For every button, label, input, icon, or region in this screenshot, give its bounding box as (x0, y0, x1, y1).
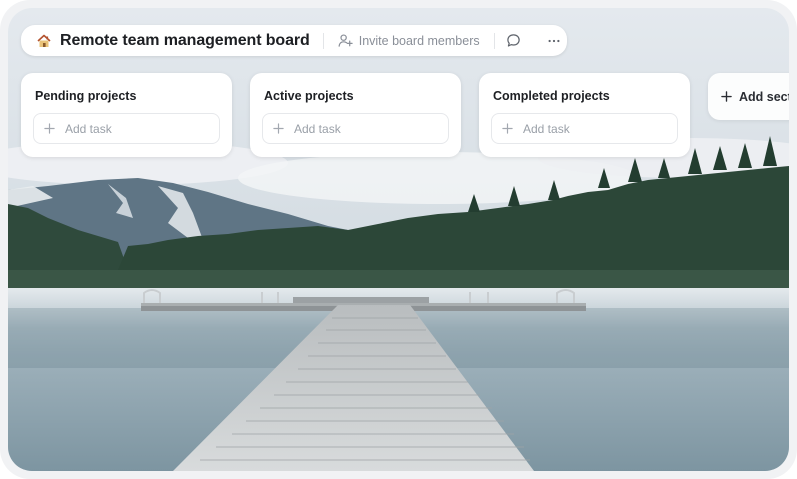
invite-label: Invite board members (358, 33, 480, 48)
plus-icon (501, 123, 513, 135)
header-divider (493, 32, 495, 49)
invite-board-members-button[interactable]: Invite board members (338, 33, 480, 48)
more-dots-icon[interactable] (543, 30, 565, 52)
section-title[interactable]: Pending projects (35, 89, 136, 103)
plus-icon (43, 123, 55, 135)
add-task-button[interactable]: Add task (262, 113, 449, 144)
add-task-button[interactable]: Add task (491, 113, 678, 144)
device-frame: Remote team management board Invite boar… (0, 0, 797, 479)
plus-icon (272, 123, 284, 135)
add-task-label: Add task (65, 121, 112, 136)
header-divider (322, 32, 324, 49)
add-task-label: Add task (294, 121, 341, 136)
board-header: Remote team management board Invite boar… (21, 25, 567, 56)
add-user-icon (338, 34, 353, 47)
add-task-button[interactable]: Add task (33, 113, 220, 144)
add-section-button[interactable]: Add section (708, 73, 789, 120)
house-icon (35, 32, 53, 50)
section-title[interactable]: Active projects (264, 89, 354, 103)
plus-icon (720, 91, 732, 103)
section-completed-projects: Completed projects Add task (479, 73, 690, 157)
comment-icon[interactable] (503, 30, 525, 52)
add-section-label: Add section (739, 89, 789, 104)
add-task-label: Add task (523, 121, 570, 136)
board-title[interactable]: Remote team management board (60, 32, 310, 50)
section-active-projects: Active projects Add task (250, 73, 461, 157)
section-title[interactable]: Completed projects (493, 89, 610, 103)
board-canvas: Remote team management board Invite boar… (8, 8, 789, 471)
section-pending-projects: Pending projects Add task (21, 73, 232, 157)
